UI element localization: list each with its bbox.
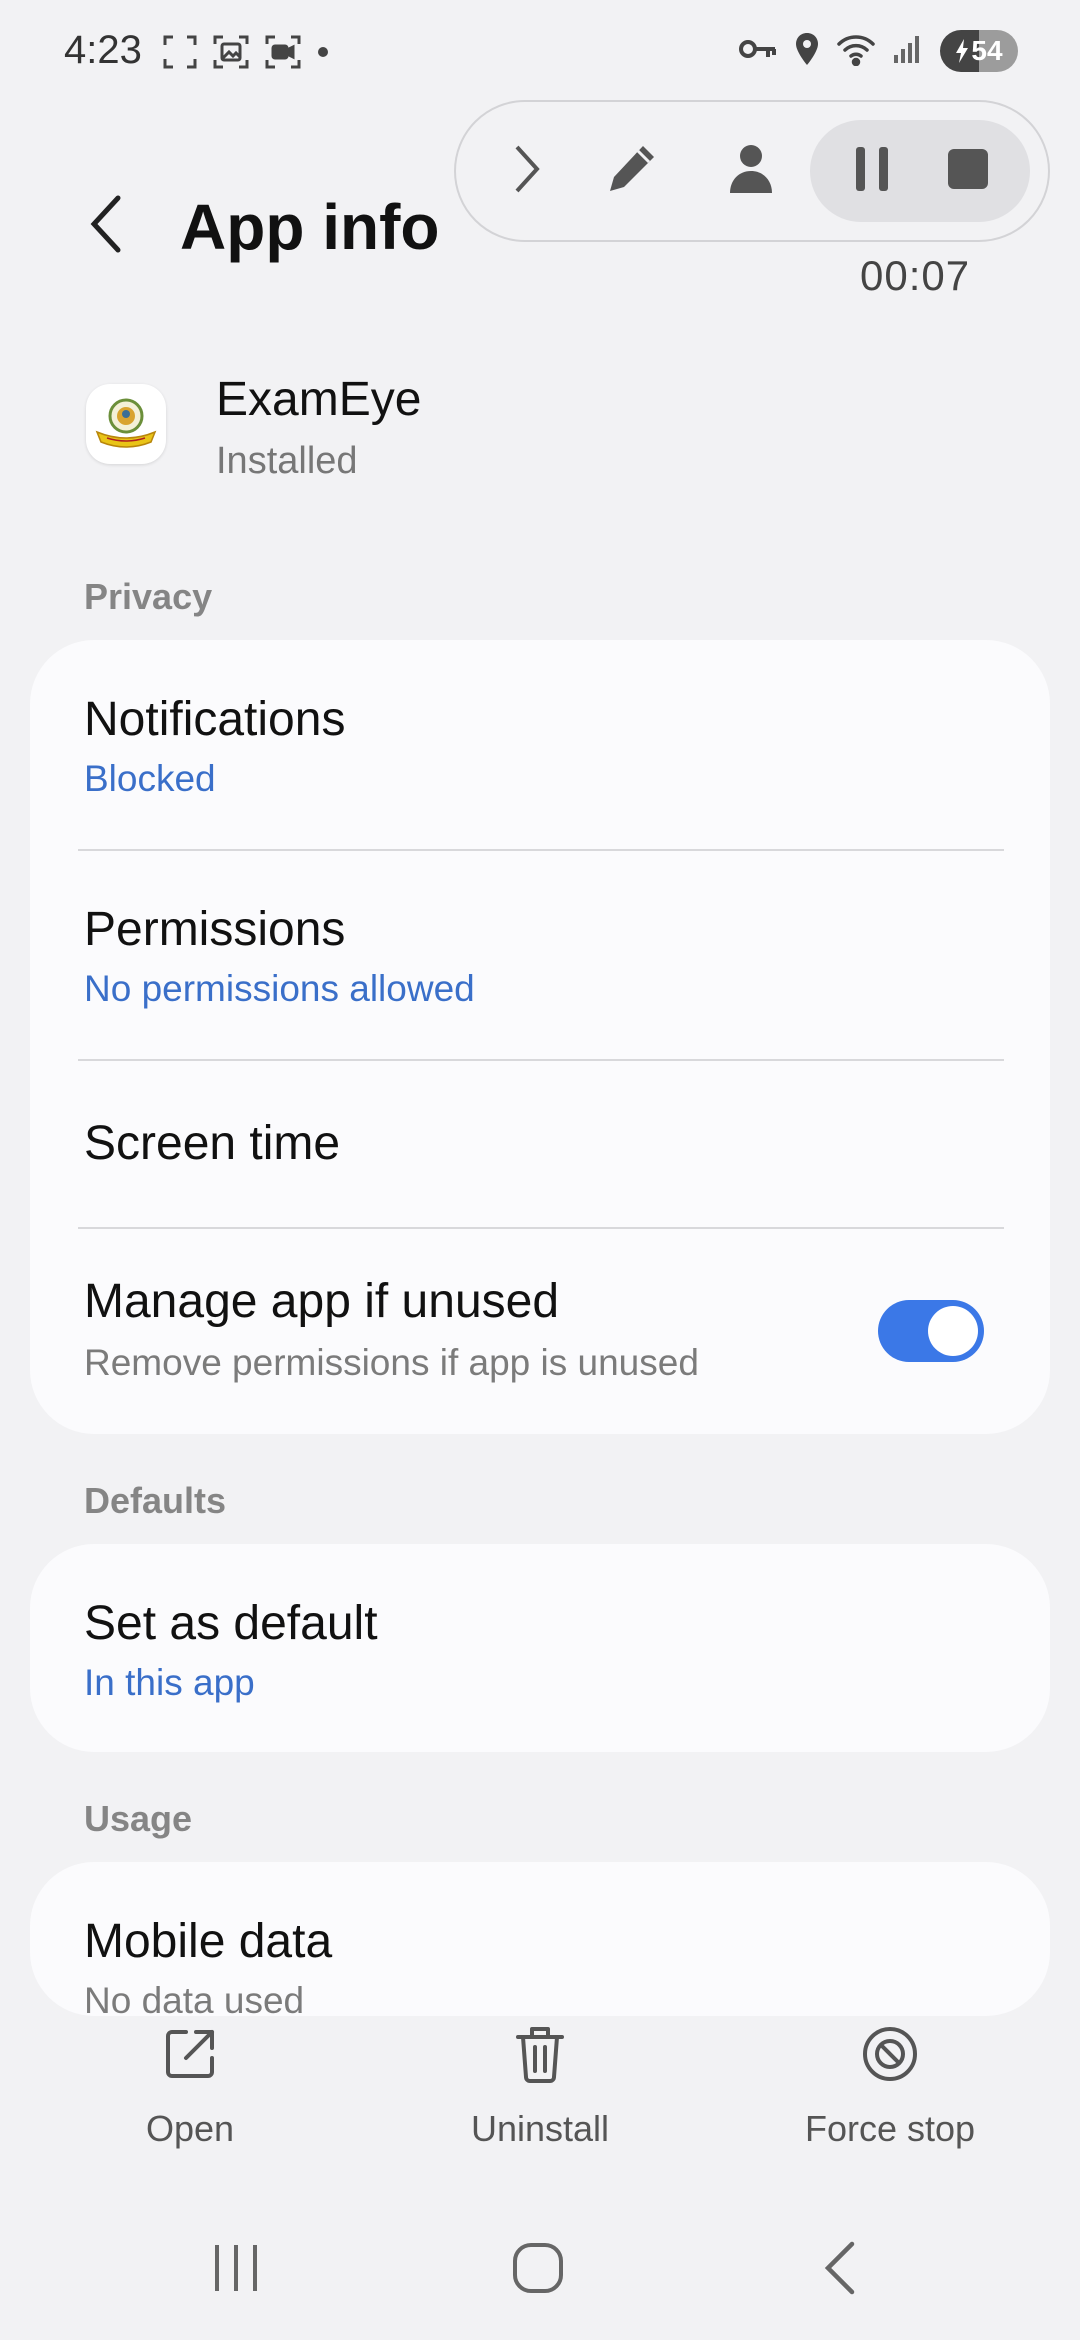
navigation-bar <box>0 2220 1080 2320</box>
notifications-title: Notifications <box>84 693 346 746</box>
section-label-defaults: Defaults <box>84 1480 227 1521</box>
set-as-default-title: Set as default <box>84 1597 378 1650</box>
pause-icon <box>852 145 892 198</box>
trash-icon <box>515 2016 565 2092</box>
back-button[interactable] <box>76 190 136 262</box>
recorder-pause-button[interactable] <box>824 102 920 240</box>
vpn-key-icon <box>738 34 778 69</box>
recorder-stop-button[interactable] <box>920 102 1016 240</box>
notifications-status: Blocked <box>84 758 216 799</box>
status-bar: 4:23 54 <box>0 0 1080 100</box>
screen-time-row[interactable]: Screen time <box>30 1060 1050 1228</box>
person-icon <box>728 143 774 200</box>
mobile-data-title: Mobile data <box>84 1915 333 1968</box>
set-as-default-status: In this app <box>84 1662 255 1703</box>
location-icon <box>794 31 820 72</box>
screenshot-frame-icon <box>162 34 198 75</box>
home-button[interactable] <box>478 2220 598 2320</box>
app-icon <box>86 384 166 464</box>
uninstall-label: Uninstall <box>470 2108 610 2149</box>
pencil-icon <box>603 141 659 202</box>
screen-recorder-toolbar <box>454 100 1050 242</box>
status-left-icons <box>162 34 330 75</box>
back-chevron-icon <box>822 2240 858 2301</box>
defaults-card: Set as default In this app <box>30 1544 1050 1752</box>
force-stop-icon <box>861 2016 919 2092</box>
recorder-timer: 00:07 <box>860 252 971 299</box>
privacy-card: Notifications Blocked Permissions No per… <box>30 640 1050 1434</box>
back-arrow-icon <box>88 194 124 259</box>
recorder-selfie-button[interactable] <box>696 102 806 240</box>
toggle-knob <box>928 1306 978 1356</box>
manage-unused-toggle[interactable] <box>878 1300 984 1362</box>
page-title: App info <box>180 191 440 263</box>
force-stop-label: Force stop <box>804 2108 976 2149</box>
uninstall-button[interactable]: Uninstall <box>420 2016 660 2176</box>
status-right-icons: 54 <box>738 30 1018 72</box>
manage-unused-title: Manage app if unused <box>84 1275 560 1328</box>
dot-icon <box>316 45 330 64</box>
app-name: ExamEye <box>216 373 422 426</box>
screen-record-icon <box>264 34 302 75</box>
chevron-right-icon <box>509 143 543 200</box>
manage-unused-description: Remove permissions if app is unused <box>84 1342 699 1383</box>
battery-charging-icon: 54 <box>940 30 1018 72</box>
section-label-usage: Usage <box>84 1798 193 1839</box>
bottom-action-bar: Open Uninstall Force stop <box>0 2016 1080 2176</box>
screen-time-title: Screen time <box>84 1117 341 1170</box>
manage-unused-row[interactable]: Manage app if unused Remove permissions … <box>30 1228 1050 1434</box>
open-external-icon <box>162 2016 218 2092</box>
force-stop-button[interactable]: Force stop <box>770 2016 1010 2176</box>
recorder-collapse-button[interactable] <box>496 102 556 240</box>
battery-level: 54 <box>971 35 1003 66</box>
wifi-icon <box>836 32 876 71</box>
permissions-row[interactable]: Permissions No permissions allowed <box>30 850 1050 1060</box>
open-button[interactable]: Open <box>70 2016 310 2176</box>
recorder-draw-button[interactable] <box>576 102 686 240</box>
signal-icon <box>892 33 924 70</box>
permissions-status: No permissions allowed <box>84 968 475 1009</box>
gallery-capture-icon <box>212 34 250 75</box>
mobile-data-row[interactable]: Mobile data No data used <box>30 1862 1050 2016</box>
open-label: Open <box>145 2108 235 2149</box>
recent-apps-icon <box>211 2243 261 2298</box>
notifications-row[interactable]: Notifications Blocked <box>30 640 1050 850</box>
status-time: 4:23 <box>64 28 142 72</box>
usage-card: Mobile data No data used <box>30 1862 1050 2016</box>
app-install-status: Installed <box>216 440 358 482</box>
mobile-data-status: No data used <box>84 1980 305 2016</box>
recent-apps-button[interactable] <box>176 2220 296 2320</box>
system-back-button[interactable] <box>780 2220 900 2320</box>
set-as-default-row[interactable]: Set as default In this app <box>30 1544 1050 1752</box>
section-label-privacy: Privacy <box>84 576 213 617</box>
permissions-title: Permissions <box>84 903 346 956</box>
stop-icon <box>946 147 990 196</box>
home-icon <box>511 2241 565 2300</box>
